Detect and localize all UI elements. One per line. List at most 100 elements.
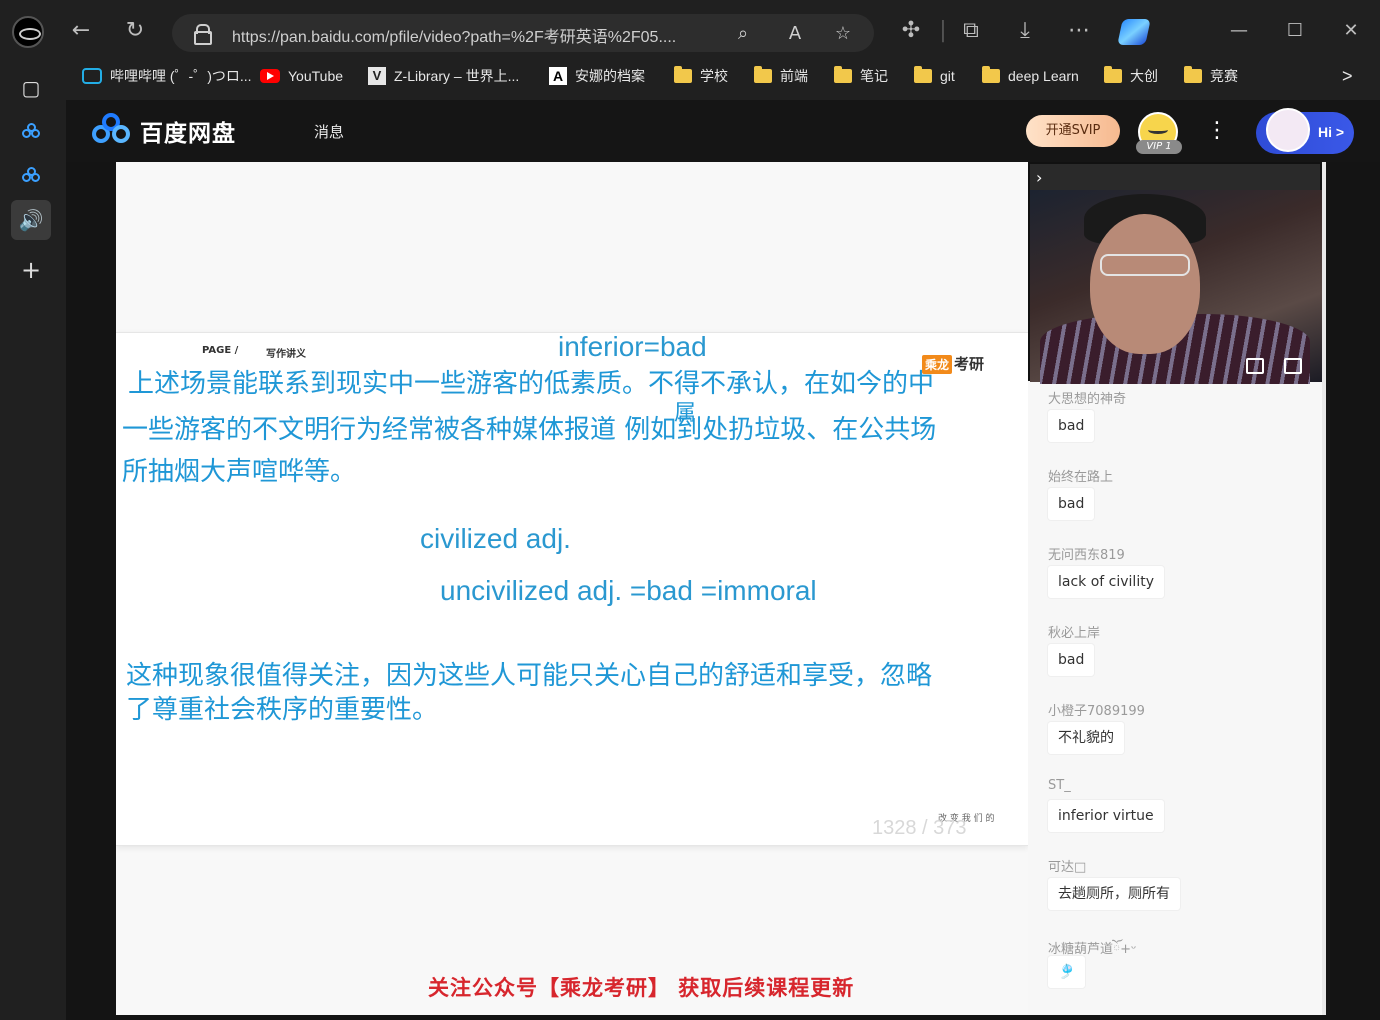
bookmark-label: 哔哩哔哩 (゜-゜)つロ... xyxy=(110,68,252,84)
chat-message: ST_ inferior virtue xyxy=(1042,778,1312,856)
popout-icon[interactable] xyxy=(1284,358,1302,374)
close-icon[interactable]: ✕ xyxy=(1336,16,1366,46)
folder-icon xyxy=(754,66,772,83)
collections-icon[interactable]: ⧉ xyxy=(958,18,984,44)
more-options-icon[interactable]: ⋮ xyxy=(1206,120,1228,144)
slide-section-label: 写作讲义 xyxy=(266,349,306,360)
read-aloud-icon[interactable]: A xyxy=(784,23,806,45)
browser-toolbar: ← ↻ https://pan.baidu.com/pfile/video?pa… xyxy=(0,0,1380,60)
lock-icon[interactable] xyxy=(194,24,212,45)
profile-icon[interactable] xyxy=(12,16,44,48)
chat-bubble: inferior virtue xyxy=(1048,800,1164,832)
open-svip-button[interactable]: 开通SVIP xyxy=(1026,115,1120,147)
slide-text-line: 一些游客的不文明行为经常被各种媒体报道 例如到处扔垃圾、在公共场 xyxy=(122,415,937,445)
chat-username: 无问西东819 xyxy=(1048,548,1125,563)
slide-page-number: 1328 / 373 xyxy=(872,817,967,839)
slide-text-line: 上述场景能联系到现实中一些游客的低素质。不得不承认，在如今的中 xyxy=(128,369,935,399)
bookmarks-more-chevron-icon[interactable]: > xyxy=(1342,64,1353,88)
bookmark-annas-archive[interactable]: A 安娜的档案 xyxy=(549,64,645,88)
download-icon[interactable]: ⤓ xyxy=(1012,18,1038,44)
folder-icon xyxy=(1184,66,1202,83)
back-icon[interactable]: ← xyxy=(68,18,94,44)
annas-archive-icon: A xyxy=(549,67,567,85)
baidu-pan-page: 百度网盘 消息 开通SVIP VIP 1 ⋮ Hi > PAGE / 写作讲义 … xyxy=(66,100,1380,1020)
url-text[interactable]: https://pan.baidu.com/pfile/video?path=%… xyxy=(232,23,718,47)
lecture-slide: PAGE / 写作讲义 乘龙 考研 inferior=bad 上述场景能联系到现实… xyxy=(116,331,1028,846)
chat-username: 可达□ xyxy=(1048,860,1087,875)
bookmark-folder-competition[interactable]: 竞赛 xyxy=(1184,64,1238,88)
folder-icon xyxy=(982,66,1000,83)
chat-message: 秋必上岸 bad xyxy=(1042,622,1312,700)
handwritten-vocab: uncivilized adj. =bad =immoral xyxy=(440,575,817,606)
refresh-icon[interactable]: ↻ xyxy=(122,18,148,44)
chat-username: 小橙子7089199 xyxy=(1048,704,1145,719)
copilot-icon[interactable] xyxy=(1117,19,1151,45)
bookmark-zlibrary[interactable]: V Z-Library – 世界上... xyxy=(368,64,519,88)
add-tab-icon[interactable]: + xyxy=(11,250,51,290)
assistant-avatar xyxy=(1266,108,1310,152)
assistant-hi-button[interactable]: Hi > xyxy=(1256,108,1354,154)
zoom-icon[interactable]: ⌕ xyxy=(732,23,754,45)
bookmark-label: deep Learn xyxy=(1008,68,1079,84)
tab-actions-icon[interactable]: ▢ xyxy=(11,68,51,108)
zlibrary-icon: V xyxy=(368,67,386,85)
chevron-right-icon: > xyxy=(1335,124,1345,140)
chat-username: ST_ xyxy=(1048,778,1071,793)
chat-message: 无问西东819 lack of civility xyxy=(1042,544,1312,622)
bookmark-folder-frontend[interactable]: 前端 xyxy=(754,64,808,88)
baidu-pan-logo-icon[interactable] xyxy=(92,113,136,147)
camera-switch-icon[interactable] xyxy=(1246,358,1264,374)
live-side-panel: › 大思想的神奇 bad 始终在路上 bad 无问西东819 lack of c… xyxy=(1028,162,1326,1015)
slide-text-line: 这种现象很值得关注，因为这些人可能只关心自己的舒适和享受，忽略 xyxy=(126,661,933,691)
chat-message: 始终在路上 bad xyxy=(1042,466,1312,544)
bookmark-label: Z-Library – 世界上... xyxy=(394,68,520,84)
chat-username: 始终在路上 xyxy=(1048,470,1114,485)
slide-text-line: 所抽烟大声喧哗等。 xyxy=(122,457,357,487)
maximize-icon[interactable]: ☐ xyxy=(1280,16,1310,46)
more-menu-icon[interactable]: ⋯ xyxy=(1066,18,1092,44)
collapse-arrow-icon[interactable]: › xyxy=(1036,168,1042,187)
bookmark-label: 笔记 xyxy=(860,68,888,84)
chat-bubble: bad xyxy=(1048,488,1095,520)
chat-bubble: bad xyxy=(1048,410,1095,442)
sidebar-rail: ▢ 🔊 + xyxy=(0,64,60,1020)
chat-scrollbar[interactable] xyxy=(1322,162,1326,1015)
bookmark-folder-deep-learn[interactable]: deep Learn xyxy=(982,64,1079,88)
video-player[interactable]: PAGE / 写作讲义 乘龙 考研 inferior=bad 上述场景能联系到现实… xyxy=(116,162,1326,1015)
bookmark-folder-dachuang[interactable]: 大创 xyxy=(1104,64,1158,88)
baidu-pan-tab-icon[interactable] xyxy=(11,154,51,194)
chat-message: 冰糖葫芦道ོ+ᵕ 🎐 xyxy=(1042,934,1312,1012)
address-bar[interactable]: https://pan.baidu.com/pfile/video?path=%… xyxy=(172,14,874,52)
bookmark-label: YouTube xyxy=(288,68,344,84)
brand-title[interactable]: 百度网盘 xyxy=(140,114,236,148)
folder-icon xyxy=(914,66,932,83)
chat-bubble: lack of civility xyxy=(1048,566,1164,598)
toolbar-divider: | xyxy=(939,18,947,43)
minimize-icon[interactable]: — xyxy=(1224,16,1254,46)
bookmark-folder-git[interactable]: git xyxy=(914,64,955,88)
bookmark-bilibili[interactable]: 哔哩哔哩 (゜-゜)つロ... xyxy=(82,64,252,88)
slide-page-label: PAGE / xyxy=(202,345,239,356)
handwritten-annotation: inferior=bad xyxy=(558,331,707,362)
chat-message: 可达□ 去趟厕所，厕所有 xyxy=(1042,856,1312,934)
bookmark-folder-school[interactable]: 学校 xyxy=(674,64,728,88)
favorite-star-icon[interactable]: ☆ xyxy=(832,23,854,45)
nav-messages[interactable]: 消息 xyxy=(314,121,344,142)
chat-list: 大思想的神奇 bad 始终在路上 bad 无问西东819 lack of civ… xyxy=(1042,388,1312,1012)
youtube-icon xyxy=(260,69,280,83)
handwritten-vocab: civilized adj. xyxy=(420,523,571,554)
bookmark-label: 安娜的档案 xyxy=(575,68,645,84)
vip-level-badge: VIP 1 xyxy=(1136,140,1182,154)
hi-label: Hi xyxy=(1318,124,1332,140)
folder-icon xyxy=(674,66,692,83)
chat-message: 大思想的神奇 bad xyxy=(1042,388,1312,466)
folder-icon xyxy=(1104,66,1122,83)
bookmark-youtube[interactable]: YouTube xyxy=(260,64,343,88)
bookmark-folder-notes[interactable]: 笔记 xyxy=(834,64,888,88)
chat-bubble: 🎐 xyxy=(1048,956,1086,988)
baidu-pan-tab-icon[interactable] xyxy=(11,110,51,150)
chat-bubble: 不礼貌的 xyxy=(1048,722,1124,754)
speaker-icon[interactable]: 🔊 xyxy=(11,200,51,240)
chat-bubble: bad xyxy=(1048,644,1095,676)
extensions-icon[interactable]: ✣ xyxy=(898,18,924,44)
